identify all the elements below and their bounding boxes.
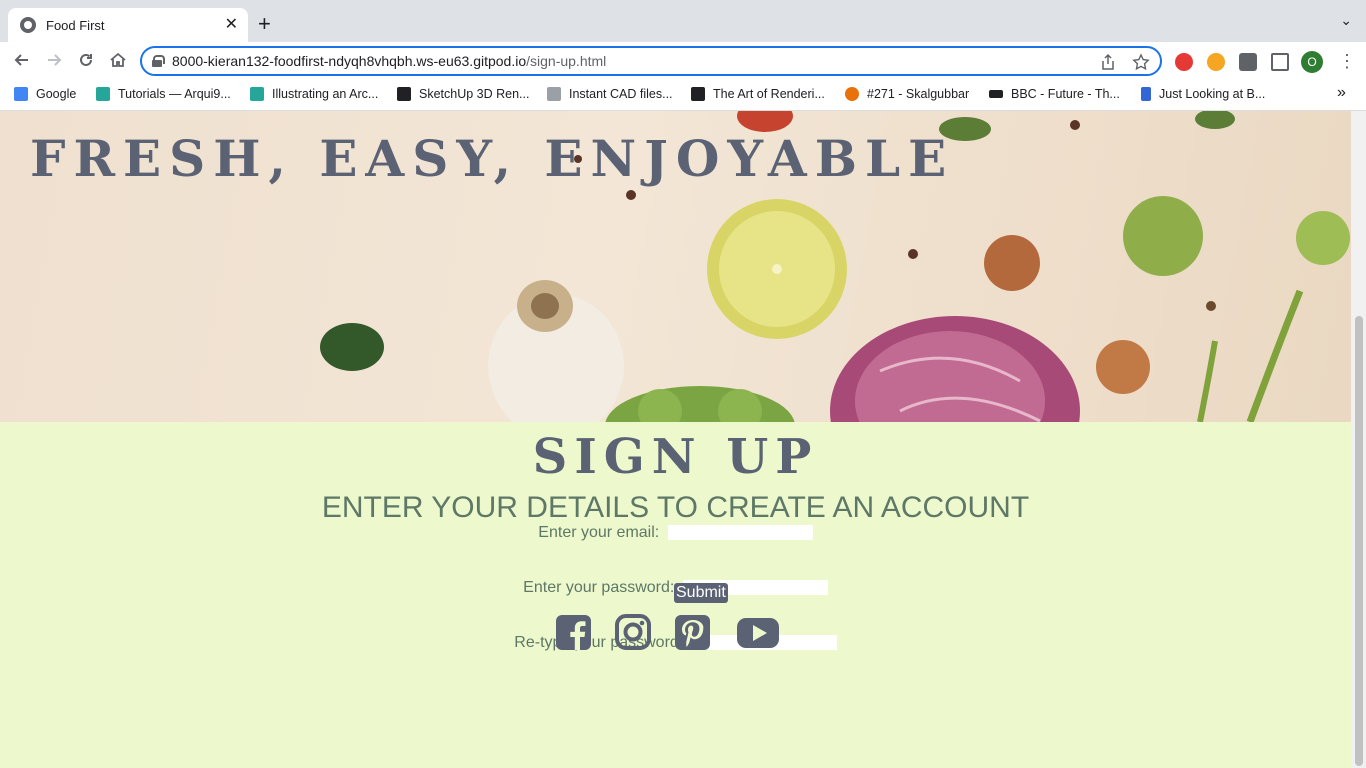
lock-icon[interactable]	[152, 55, 165, 67]
url-text: 8000-kieran132-foodfirst-ndyqh8vhqbh.ws-…	[172, 53, 606, 69]
puzzle-icon[interactable]	[1239, 53, 1257, 71]
honey-icon[interactable]	[1207, 53, 1225, 71]
google-icon	[14, 87, 28, 101]
skalgubbar-icon	[845, 87, 859, 101]
instagram-icon[interactable]	[615, 614, 651, 652]
bookmark-label: Illustrating an Arc...	[272, 87, 379, 101]
bookmark-bbc-future[interactable]: BBC - Future - Th...	[989, 87, 1120, 101]
bookmark-label: Just Looking at B...	[1159, 87, 1266, 101]
signup-subtitle: ENTER YOUR DETAILS TO CREATE AN ACCOUNT	[321, 491, 1030, 524]
bookmark-label: Google	[36, 87, 77, 101]
retype-password-label: Re-type your password:	[514, 634, 684, 651]
hero-title: FRESH, EASY, ENJOYABLE	[30, 129, 955, 188]
kebab-menu-icon[interactable]: ⋮	[1338, 50, 1356, 72]
bookmark-sketchup[interactable]: SketchUp 3D Ren...	[397, 87, 529, 101]
shield-icon	[1141, 87, 1151, 101]
arqui9-icon	[250, 87, 264, 101]
youtube-icon[interactable]	[736, 614, 780, 652]
cube-icon	[547, 87, 561, 101]
email-field[interactable]	[667, 525, 813, 541]
bookmark-label: Instant CAD files...	[569, 87, 673, 101]
page-content: FRESH, EASY, ENJOYABLE SIGN UP ENTER YOU…	[0, 111, 1351, 768]
password-label: Enter your password:	[523, 579, 675, 596]
bookmark-instant-cad[interactable]: Instant CAD files...	[547, 87, 673, 101]
profile-avatar[interactable]: O	[1301, 51, 1323, 73]
bookmark-label: BBC - Future - Th...	[1011, 87, 1120, 101]
reload-icon[interactable]	[76, 50, 96, 75]
tab-strip: Food First ✕ + ⌄	[0, 0, 1366, 42]
omnibox-actions	[1100, 53, 1150, 75]
adblock-plus-icon[interactable]	[1175, 53, 1193, 71]
bookmark-label: #271 - Skalgubbar	[867, 87, 970, 101]
chevron-down-icon[interactable]: ⌄	[1340, 12, 1352, 29]
bookmark-illustrating[interactable]: Illustrating an Arc...	[250, 87, 378, 101]
hero-banner: FRESH, EASY, ENJOYABLE	[0, 111, 1351, 422]
email-label: Enter your email:	[538, 524, 660, 541]
vertical-scrollbar[interactable]	[1351, 111, 1366, 768]
bookmarks-overflow-button[interactable]: »	[1337, 84, 1346, 102]
address-bar[interactable]: 8000-kieran132-foodfirst-ndyqh8vhqbh.ws-…	[140, 46, 1162, 76]
globe-icon	[20, 17, 36, 33]
tab-title: Food First	[46, 17, 105, 33]
arqui9-icon	[96, 87, 110, 101]
bookmark-label: The Art of Renderi...	[713, 87, 825, 101]
tab-food-first[interactable]: Food First ✕	[8, 8, 248, 42]
url-path: /sign-up.html	[526, 53, 607, 69]
bookmark-tutorials-arqui9[interactable]: Tutorials — Arqui9...	[96, 87, 231, 101]
home-icon[interactable]	[108, 50, 128, 75]
bbc-icon	[989, 90, 1003, 98]
bookmarks-bar: Google Tutorials — Arqui9... Illustratin…	[0, 80, 1366, 111]
bookmark-label: Tutorials — Arqui9...	[118, 87, 231, 101]
bookmark-just-looking[interactable]: Just Looking at B...	[1141, 87, 1265, 101]
email-row: Enter your email:	[0, 524, 1351, 542]
back-icon[interactable]	[12, 50, 32, 75]
new-tab-button[interactable]: +	[258, 12, 271, 36]
bookmark-label: SketchUp 3D Ren...	[419, 87, 530, 101]
pinterest-icon[interactable]	[674, 614, 712, 652]
side-panel-icon[interactable]	[1271, 53, 1289, 71]
submit-button[interactable]: Submit	[674, 583, 728, 603]
signup-title: SIGN UP	[532, 429, 819, 485]
browser-chrome: Food First ✕ + ⌄ 8000-kieran132-foodfirs…	[0, 0, 1366, 111]
sketchup-icon	[397, 87, 411, 101]
triangle-icon	[691, 87, 705, 101]
url-host: 8000-kieran132-foodfirst-ndyqh8vhqbh.ws-…	[172, 53, 527, 69]
bookmark-google[interactable]: Google	[14, 87, 76, 101]
toolbar: 8000-kieran132-foodfirst-ndyqh8vhqbh.ws-…	[0, 42, 1366, 80]
scrollbar-thumb[interactable]	[1355, 316, 1363, 766]
bookmark-art-of-rendering[interactable]: The Art of Renderi...	[691, 87, 825, 101]
facebook-icon[interactable]	[556, 614, 592, 652]
close-icon[interactable]: ✕	[225, 16, 238, 34]
forward-icon[interactable]	[44, 50, 64, 75]
bookmark-skalgubbar[interactable]: #271 - Skalgubbar	[845, 87, 969, 101]
star-icon	[1132, 53, 1150, 71]
share-icon	[1102, 53, 1114, 70]
